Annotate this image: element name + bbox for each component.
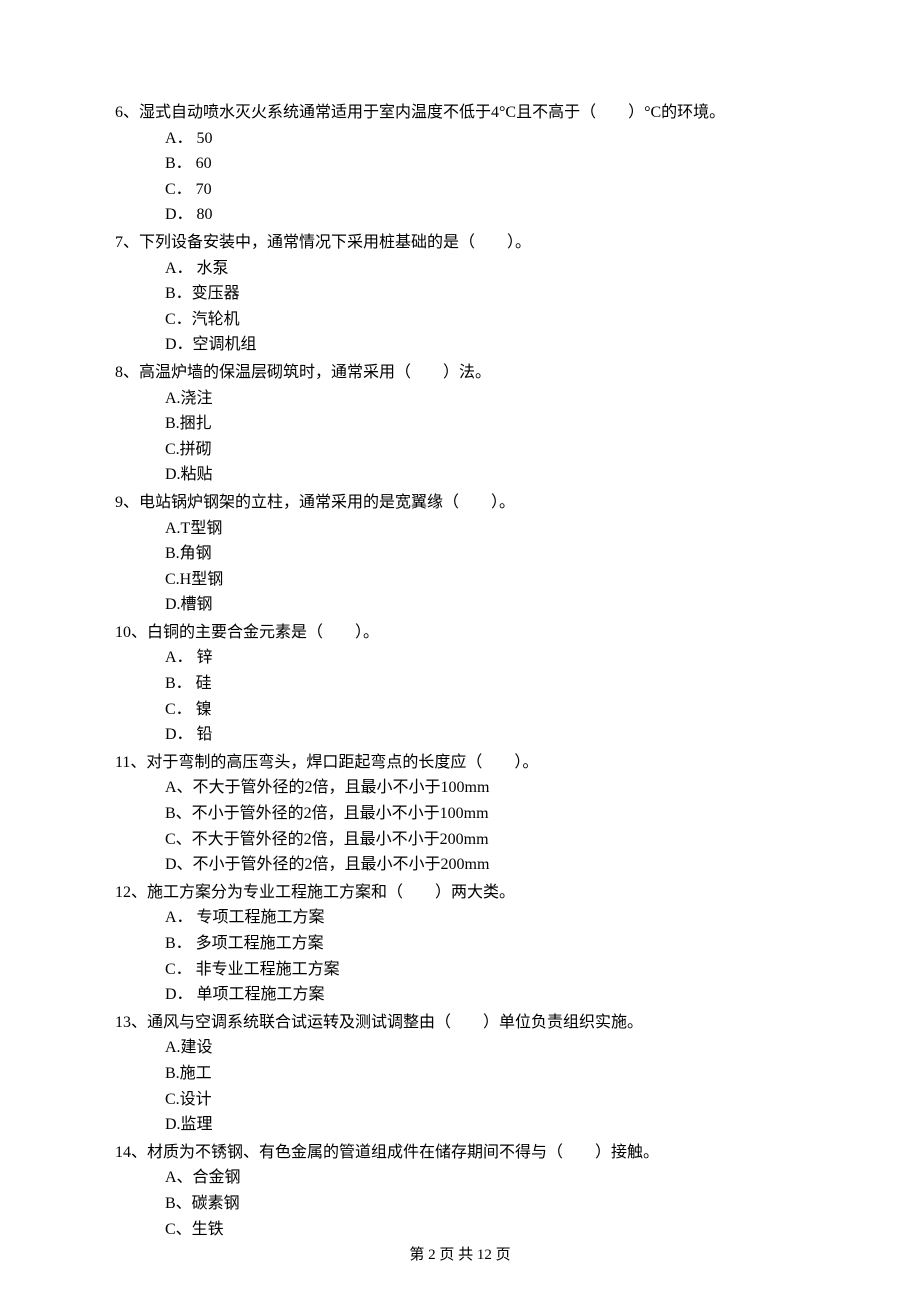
option-item: D． 铅 xyxy=(165,722,805,748)
question-block: 13、通风与空调系统联合试运转及测试调整由（ ）单位负责组织实施。A.建设B.施… xyxy=(115,1010,805,1138)
question-text: 6、湿式自动喷水灭火系统通常适用于室内温度不低于4°C且不高于（ ）°C的环境。 xyxy=(115,100,805,126)
option-item: C．汽轮机 xyxy=(165,307,805,333)
question-block: 14、材质为不锈钢、有色金属的管道组成件在储存期间不得与（ ）接触。A、合金钢B… xyxy=(115,1140,805,1242)
option-item: B． 硅 xyxy=(165,671,805,697)
option-item: A、不大于管外径的2倍，且最小不小于100mm xyxy=(165,775,805,801)
question-block: 6、湿式自动喷水灭火系统通常适用于室内温度不低于4°C且不高于（ ）°C的环境。… xyxy=(115,100,805,228)
question-block: 9、电站锅炉钢架的立柱，通常采用的是宽翼缘（ ）。A.T型钢B.角钢C.H型钢D… xyxy=(115,490,805,618)
option-item: A． 锌 xyxy=(165,645,805,671)
option-item: A． 水泵 xyxy=(165,256,805,282)
option-item: B． 60 xyxy=(165,151,805,177)
question-text: 10、白铜的主要合金元素是（ ）。 xyxy=(115,620,805,646)
option-item: A． 50 xyxy=(165,126,805,152)
question-text: 13、通风与空调系统联合试运转及测试调整由（ ）单位负责组织实施。 xyxy=(115,1010,805,1036)
option-item: A.浇注 xyxy=(165,386,805,412)
option-item: D． 80 xyxy=(165,202,805,228)
option-item: C． 镍 xyxy=(165,697,805,723)
question-block: 10、白铜的主要合金元素是（ ）。A． 锌B． 硅C． 镍D． 铅 xyxy=(115,620,805,748)
question-text: 11、对于弯制的高压弯头，焊口距起弯点的长度应（ ）。 xyxy=(115,750,805,776)
option-item: B.角钢 xyxy=(165,541,805,567)
option-item: D．空调机组 xyxy=(165,332,805,358)
question-text: 7、下列设备安装中，通常情况下采用桩基础的是（ ）。 xyxy=(115,230,805,256)
option-item: B.施工 xyxy=(165,1061,805,1087)
option-item: B．变压器 xyxy=(165,281,805,307)
option-item: D.监理 xyxy=(165,1112,805,1138)
question-text: 14、材质为不锈钢、有色金属的管道组成件在储存期间不得与（ ）接触。 xyxy=(115,1140,805,1166)
option-item: C、生铁 xyxy=(165,1217,805,1243)
option-item: B.捆扎 xyxy=(165,411,805,437)
option-item: A、合金钢 xyxy=(165,1165,805,1191)
page-container: 6、湿式自动喷水灭火系统通常适用于室内温度不低于4°C且不高于（ ）°C的环境。… xyxy=(0,0,920,1302)
question-block: 11、对于弯制的高压弯头，焊口距起弯点的长度应（ ）。A、不大于管外径的2倍，且… xyxy=(115,750,805,878)
question-text: 12、施工方案分为专业工程施工方案和（ ）两大类。 xyxy=(115,880,805,906)
option-item: A.T型钢 xyxy=(165,516,805,542)
option-item: A． 专项工程施工方案 xyxy=(165,905,805,931)
question-block: 12、施工方案分为专业工程施工方案和（ ）两大类。A． 专项工程施工方案B． 多… xyxy=(115,880,805,1008)
option-item: B、碳素钢 xyxy=(165,1191,805,1217)
option-item: C.拼砌 xyxy=(165,437,805,463)
option-item: D.槽钢 xyxy=(165,592,805,618)
option-item: D、不小于管外径的2倍，且最小不小于200mm xyxy=(165,852,805,878)
option-item: B、不小于管外径的2倍，且最小不小于100mm xyxy=(165,801,805,827)
questions-list: 6、湿式自动喷水灭火系统通常适用于室内温度不低于4°C且不高于（ ）°C的环境。… xyxy=(115,100,805,1242)
option-item: C.设计 xyxy=(165,1087,805,1113)
question-text: 8、高温炉墙的保温层砌筑时，通常采用（ ）法。 xyxy=(115,360,805,386)
question-block: 7、下列设备安装中，通常情况下采用桩基础的是（ ）。A． 水泵B．变压器C．汽轮… xyxy=(115,230,805,358)
page-footer: 第 2 页 共 12 页 xyxy=(0,1243,920,1267)
option-item: D.粘贴 xyxy=(165,462,805,488)
question-block: 8、高温炉墙的保温层砌筑时，通常采用（ ）法。A.浇注B.捆扎C.拼砌D.粘贴 xyxy=(115,360,805,488)
option-item: A.建设 xyxy=(165,1035,805,1061)
option-item: C． 非专业工程施工方案 xyxy=(165,957,805,983)
option-item: D． 单项工程施工方案 xyxy=(165,982,805,1008)
option-item: C.H型钢 xyxy=(165,567,805,593)
option-item: C、不大于管外径的2倍，且最小不小于200mm xyxy=(165,827,805,853)
option-item: B． 多项工程施工方案 xyxy=(165,931,805,957)
option-item: C． 70 xyxy=(165,177,805,203)
question-text: 9、电站锅炉钢架的立柱，通常采用的是宽翼缘（ ）。 xyxy=(115,490,805,516)
